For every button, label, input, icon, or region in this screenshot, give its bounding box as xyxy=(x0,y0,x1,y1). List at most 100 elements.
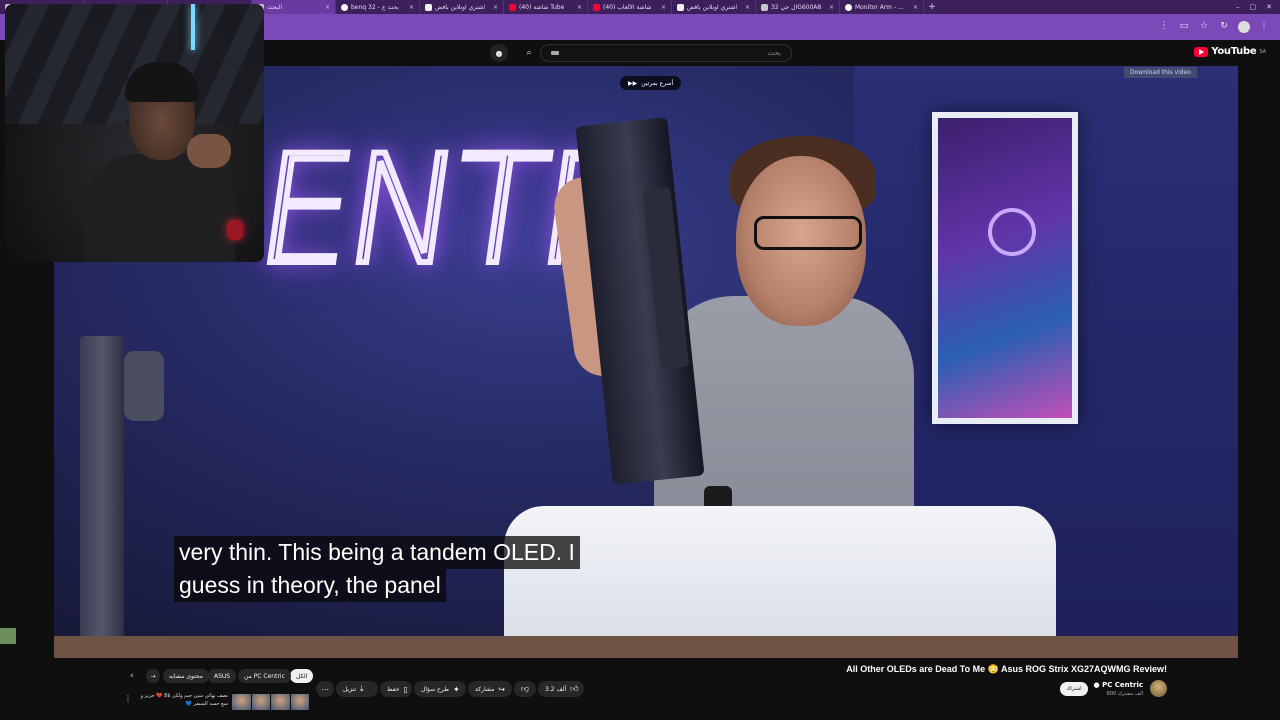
save-button[interactable]: حفظ ▯ xyxy=(380,681,412,697)
voice-search-icon[interactable]: ● xyxy=(490,44,508,62)
ask-button[interactable]: طرح سؤال ✦ xyxy=(414,681,466,697)
close-tab-icon[interactable]: × xyxy=(409,4,414,11)
download-label: تنزيل xyxy=(343,685,357,693)
channel-name-text: PC Centric xyxy=(1102,681,1143,689)
webcam-red-light xyxy=(227,220,243,240)
minimize-icon[interactable]: – xyxy=(1236,3,1240,11)
menu-icon[interactable]: ⋮ xyxy=(1258,21,1270,33)
chip-all[interactable]: الكل xyxy=(290,669,314,683)
close-window-icon[interactable]: ✕ xyxy=(1266,3,1272,11)
screen: شاشة الألعاب الد...×Amazon.sa : روضة×jam… xyxy=(0,0,1280,720)
download-icon: ⤓ xyxy=(360,684,364,693)
webcam-person-hand xyxy=(187,134,231,168)
profile-avatar[interactable] xyxy=(1238,21,1250,33)
bookmark-star-icon[interactable]: ☆ xyxy=(1198,21,1210,33)
chip-related[interactable]: محتوى مشابه xyxy=(163,669,209,683)
close-tab-icon[interactable]: × xyxy=(661,4,666,11)
more-actions-button[interactable]: ⋯ xyxy=(316,681,334,697)
maximize-icon[interactable]: ▢ xyxy=(1250,3,1257,11)
keyboard-icon[interactable] xyxy=(551,51,559,55)
thumbnail-face xyxy=(271,694,291,710)
video-scene-monitor-stand xyxy=(80,336,124,658)
kebab-menu-icon[interactable]: ⋮ xyxy=(124,694,132,703)
browser-tab-label: (40) شاشة الألعاب xyxy=(603,3,652,11)
webcam-person-body xyxy=(85,154,235,262)
video-scene-glasses xyxy=(754,216,862,250)
webcam-led-strip xyxy=(191,4,195,50)
dislike-button[interactable]: 👎︎ xyxy=(514,681,536,697)
chips-next-button[interactable]: → xyxy=(146,669,160,683)
youtube-play-icon xyxy=(1194,46,1209,57)
browser-tab[interactable]: اشتري اونلاين بأفض × xyxy=(420,0,504,14)
browser-tab[interactable]: البحث × xyxy=(252,0,336,14)
close-tab-icon[interactable]: × xyxy=(829,4,834,11)
close-tab-icon[interactable]: × xyxy=(745,4,750,11)
youtube-favicon-icon xyxy=(509,3,516,11)
share-button[interactable]: مشاركة ↪ xyxy=(468,681,512,697)
recommended-video-thumbnail[interactable] xyxy=(232,694,310,710)
browser-tab[interactable]: Monitor Arm - ... × xyxy=(840,0,924,14)
close-tab-icon[interactable]: × xyxy=(493,4,498,11)
thumbs-up-icon: 👍︎ xyxy=(570,684,579,693)
browser-tab[interactable]: (40) شاشة Tube × xyxy=(504,0,588,14)
toolbar-icons: ⋮ ▭ ☆ ↻ ⋮ xyxy=(1158,21,1270,33)
webcam-person-beanie xyxy=(125,62,199,102)
download-video-button[interactable]: Download this video xyxy=(1124,67,1197,78)
thumbs-down-icon: 👎︎ xyxy=(520,684,530,693)
video-captions: very thin. This being a tandem OLED. I g… xyxy=(174,536,634,602)
video-info-bar: All Other OLEDs are Dead To Me 😳 Asus RO… xyxy=(0,658,1280,720)
video-scene-monitor-arm xyxy=(124,351,164,421)
mini-avatar[interactable] xyxy=(0,628,16,644)
thumbnail-face xyxy=(251,694,271,710)
subscribe-button[interactable]: اشتراك xyxy=(1060,682,1088,696)
google-favicon-icon xyxy=(341,3,348,11)
browser-tab[interactable]: ال جي 32G600A8 × xyxy=(756,0,840,14)
reload-icon[interactable]: ↻ xyxy=(1218,21,1230,33)
chip-asus[interactable]: ASUS xyxy=(208,669,237,683)
chevron-left-icon[interactable]: ‹ xyxy=(130,671,134,681)
caption-line-2: guess in theory, the panel xyxy=(174,569,446,602)
cast-icon[interactable]: ▭ xyxy=(1178,21,1190,33)
search-icon[interactable]: ⌕ xyxy=(520,45,538,61)
like-button[interactable]: 3.2 ألف 👍︎ xyxy=(538,681,584,697)
speed-badge-text: أسرع بمرتين xyxy=(641,79,674,87)
browser-tab-label: (40) شاشة Tube xyxy=(519,3,565,11)
channel-subscriber-count: 800 ألف مشترك xyxy=(1106,691,1143,697)
browser-tab-label: اشتري اونلاين بأفض xyxy=(435,3,486,11)
browser-tab[interactable]: اشتري اونلاين بأفض × xyxy=(672,0,756,14)
caption-line-1: very thin. This being a tandem OLED. I xyxy=(174,536,580,569)
thumbnail-face xyxy=(290,694,310,710)
streamer-webcam-overlay xyxy=(5,4,264,262)
search-input[interactable]: بحث xyxy=(540,44,792,62)
generic-favicon-icon xyxy=(761,3,768,11)
browser-tab-label: Monitor Arm - ... xyxy=(855,3,904,11)
video-scene-desk xyxy=(54,636,1238,658)
channel-avatar[interactable] xyxy=(1150,680,1167,697)
browser-tab-label: البحث xyxy=(267,3,283,11)
reco-title-line1: نصف نهائي سين جيم ولكن $8 💔 جزيز و xyxy=(140,693,228,699)
chip-from-channel[interactable]: من PC Centric xyxy=(238,669,291,683)
new-tab-button[interactable]: + xyxy=(924,2,940,12)
recommended-video-title[interactable]: نصف نهائي سين جيم ولكن $8 💔 جزيز و سع حس… xyxy=(141,692,228,708)
share-label: مشاركة xyxy=(475,685,495,693)
youtube-region-code: SA xyxy=(1259,48,1266,55)
close-tab-icon[interactable]: × xyxy=(913,4,918,11)
close-tab-icon[interactable]: × xyxy=(577,4,582,11)
reco-title-line2: سع حسد السيفر 💙 xyxy=(185,701,228,707)
browser-tab-label: ال جي 32G600A8 xyxy=(771,3,822,11)
video-scene-poster xyxy=(932,112,1078,424)
browser-tab[interactable]: benq 32 - بحث ج × xyxy=(336,0,420,14)
close-tab-icon[interactable]: × xyxy=(325,4,330,11)
webcam-person xyxy=(85,54,235,262)
amazon-favicon-icon xyxy=(677,3,684,11)
youtube-logo[interactable]: YouTube SA xyxy=(1194,46,1266,57)
google-favicon-icon xyxy=(845,3,852,11)
ask-label: طرح سؤال xyxy=(421,685,450,693)
browser-tab[interactable]: (40) شاشة الألعاب × xyxy=(588,0,672,14)
playback-speed-badge: أسرع بمرتين ▶▶ xyxy=(620,76,682,90)
extension-icon[interactable]: ⋮ xyxy=(1158,21,1170,33)
download-button[interactable]: تنزيل ⤓ xyxy=(336,681,378,697)
fast-forward-icon: ▶▶ xyxy=(628,79,638,87)
channel-name[interactable]: ● PC Centric xyxy=(1094,681,1143,689)
download-badge-text: Download this video xyxy=(1130,69,1191,76)
